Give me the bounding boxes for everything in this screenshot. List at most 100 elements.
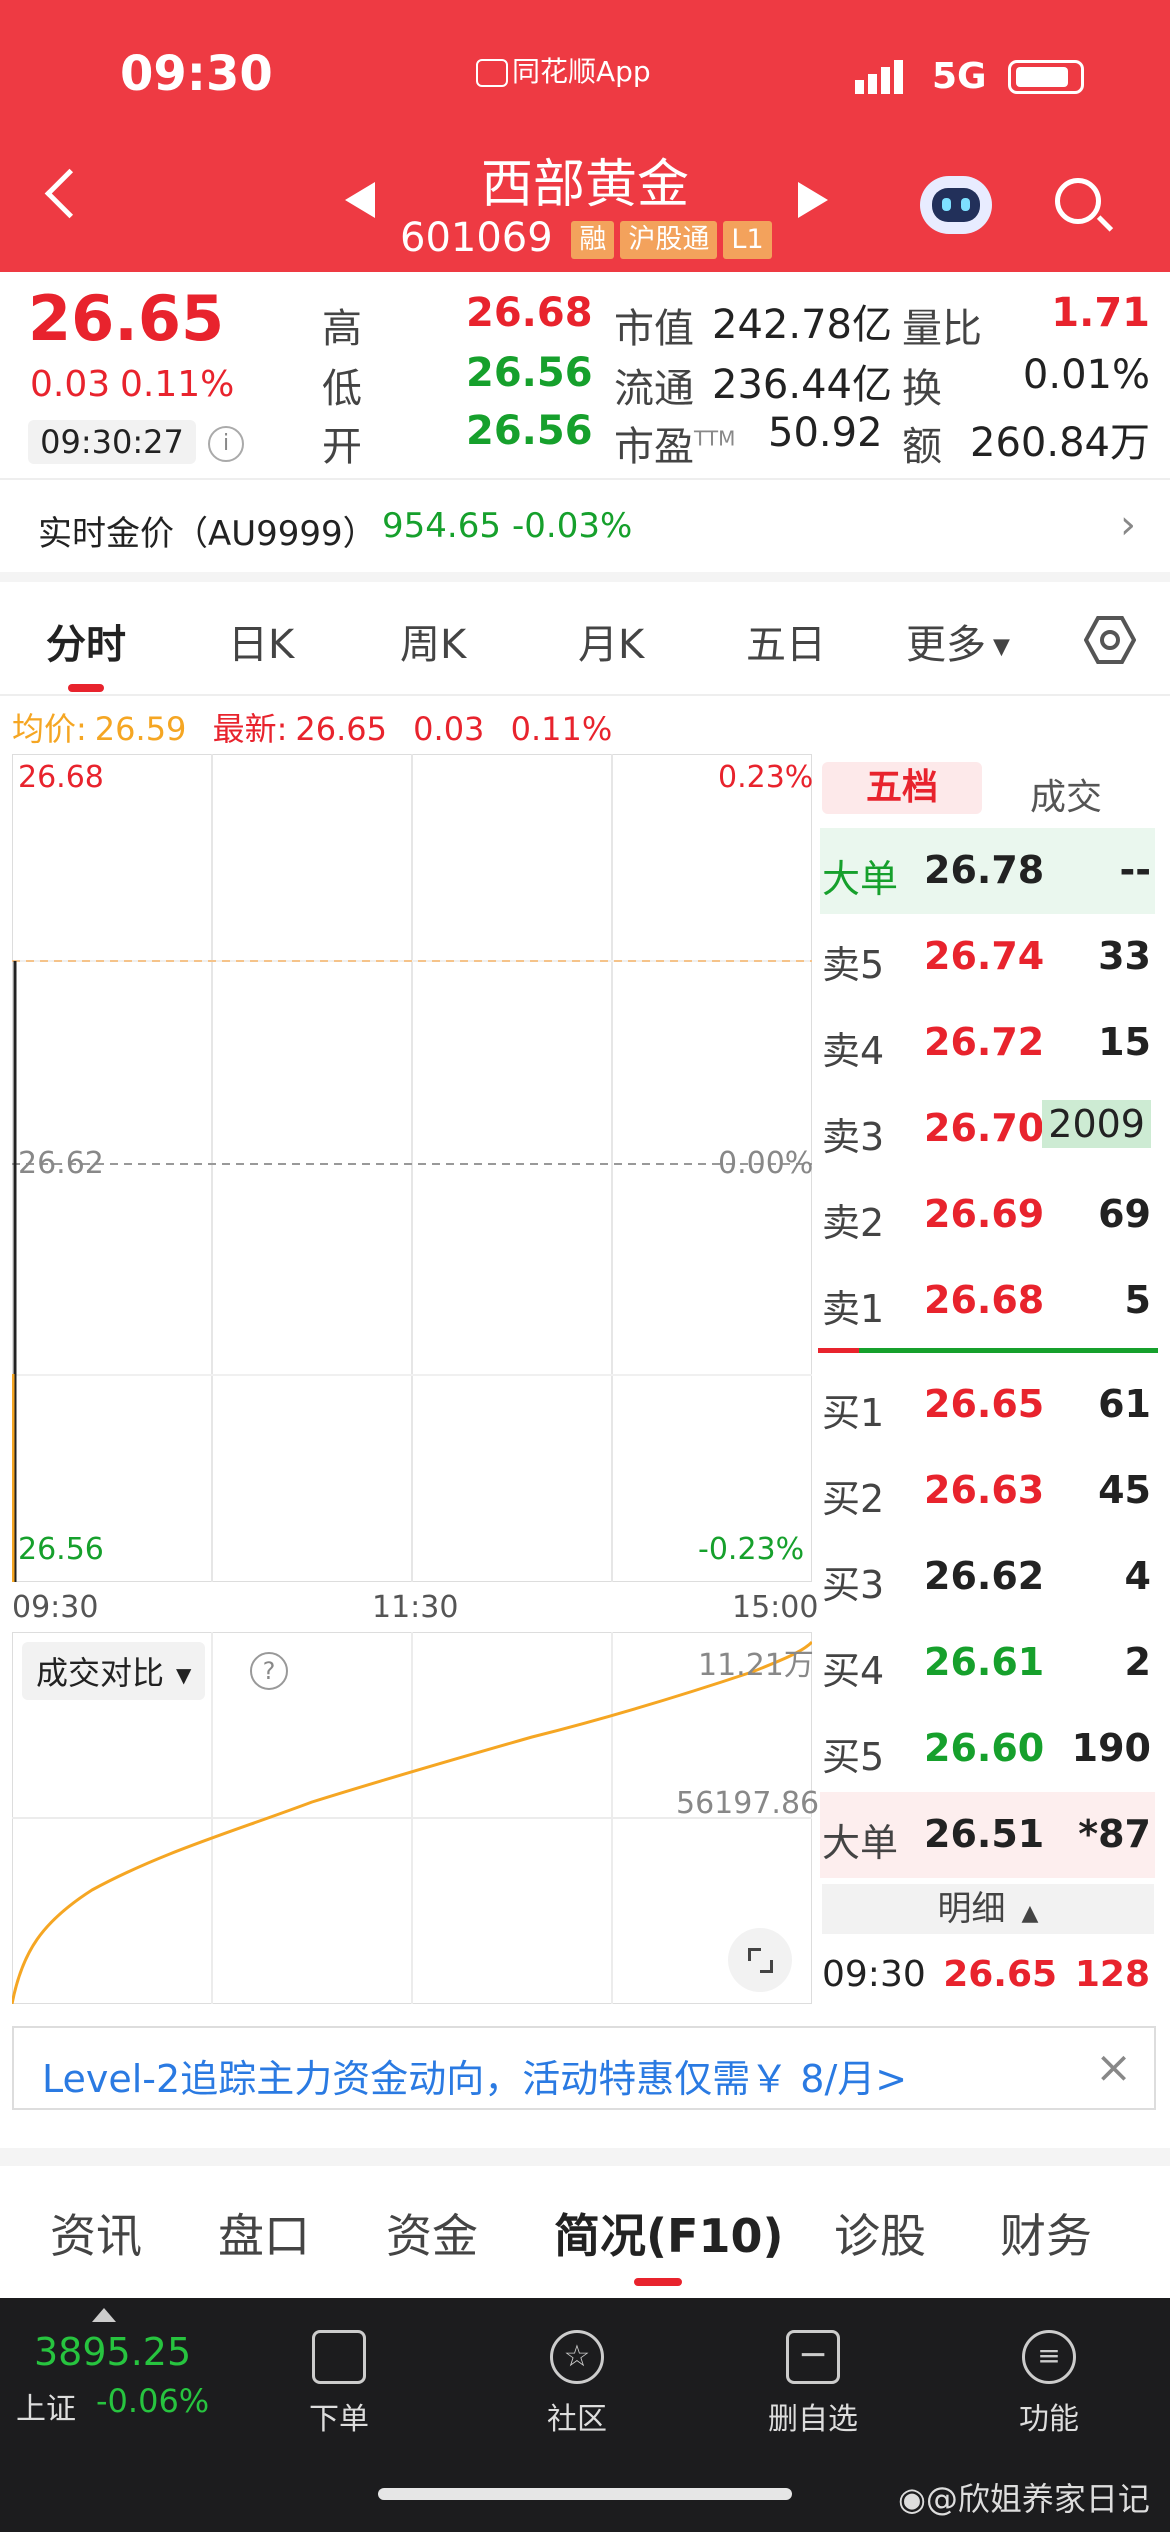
- orderbook-row: 卖3 26.70 2009: [820, 1086, 1155, 1172]
- orderbook-row: 买5 26.60 190: [822, 1726, 1151, 1779]
- search-icon[interactable]: [1055, 178, 1114, 232]
- bid-ask-divider: [818, 1348, 1158, 1353]
- tab-monthly-k[interactable]: 月K: [578, 612, 644, 670]
- mktcap-label: 市值: [614, 306, 694, 352]
- time-end: 15:00: [732, 1590, 819, 1625]
- close-icon[interactable]: ×: [1095, 2042, 1132, 2093]
- tab-handicap[interactable]: 盘口: [218, 2200, 310, 2266]
- chart-bot-pct: -0.23%: [698, 1532, 805, 1567]
- pe-label: 市盈TTM: [614, 424, 736, 470]
- orderbook-tab-five[interactable]: 五档: [822, 762, 982, 814]
- turnover-label: 换: [902, 366, 942, 412]
- nav-community[interactable]: ☆ 社区: [502, 2312, 652, 2438]
- section-gap: [0, 2148, 1170, 2166]
- float-value: 236.44亿: [712, 362, 892, 408]
- detail-vol: 128: [1074, 1954, 1150, 1995]
- price-change-pct: 0.11%: [120, 364, 235, 405]
- vol-ratio-label: 量比: [902, 306, 982, 352]
- tab-f10[interactable]: 简况(F10): [554, 2200, 783, 2266]
- tag-margin: 融: [571, 221, 615, 259]
- open-label: 开: [322, 424, 362, 470]
- low-label: 低: [322, 366, 362, 412]
- time-start: 09:30: [12, 1590, 99, 1625]
- gold-label: 实时金价（AU9999）: [38, 514, 377, 554]
- minus-box-icon: −: [786, 2330, 840, 2384]
- app-name: 同花顺App: [476, 50, 651, 90]
- quote-time: 09:30:27: [28, 420, 196, 464]
- vol-ratio-value: 1.71: [1051, 290, 1150, 336]
- chart-info-line: 均价: 26.59 最新: 26.65 0.03 0.11%: [12, 704, 612, 750]
- chart-top-pct: 0.23%: [718, 760, 814, 795]
- orderbook-row: 买3 26.62 4: [822, 1554, 1151, 1607]
- volume-mid-value: 56197.86: [676, 1786, 820, 1821]
- gold-price-row[interactable]: 实时金价（AU9999） 954.65 -0.03% ›: [0, 480, 1170, 572]
- orderbook-row: 卖1 26.68 5: [822, 1278, 1151, 1331]
- orderbook-row: 买1 26.65 61: [822, 1382, 1151, 1435]
- detail-time: 09:30: [822, 1954, 926, 1995]
- info-icon[interactable]: i: [208, 426, 244, 462]
- next-stock-icon[interactable]: [798, 182, 828, 218]
- high-value: 26.68: [466, 290, 593, 336]
- gold-change: -0.03%: [512, 506, 633, 546]
- orderbook-row: 卖2 26.69 69: [822, 1192, 1151, 1245]
- orderbook-row: 卖4 26.72 15: [822, 1020, 1151, 1073]
- chart-mid-price: 26.62: [18, 1146, 104, 1181]
- home-indicator: [378, 2488, 792, 2500]
- status-time: 09:30: [120, 46, 273, 102]
- fullscreen-icon[interactable]: [728, 1928, 792, 1992]
- tab-five-day[interactable]: 五日: [746, 612, 826, 670]
- orderbook-row: 卖5 26.74 33: [822, 934, 1151, 987]
- nav-remove-watchlist[interactable]: − 删自选: [738, 2312, 888, 2438]
- stock-code: 601069: [400, 215, 553, 261]
- section-gap: [0, 572, 1170, 582]
- latest-label: 最新:: [212, 710, 288, 748]
- chart-mid-pct: 0.00%: [718, 1146, 814, 1181]
- price-chart[interactable]: [12, 754, 812, 1582]
- latest-value: 26.65: [295, 710, 387, 748]
- orderbook-row: 买4 26.61 2: [822, 1640, 1151, 1693]
- orderbook-row: 买2 26.63 45: [822, 1468, 1151, 1521]
- caret-up-icon: [92, 2308, 116, 2322]
- tag-level: L1: [723, 221, 772, 259]
- chart-bot-price: 26.56: [18, 1532, 104, 1567]
- volume-top-value: 11.21万: [698, 1648, 814, 1683]
- help-icon[interactable]: ?: [250, 1652, 288, 1690]
- network-label: 5G: [932, 56, 987, 97]
- footer-nav: 3895.25 上证 -0.06% 下单 ☆ 社区 − 删自选 ≡ 功能 ◉@欣姐养家…: [0, 2298, 1170, 2532]
- detail-toggle[interactable]: 明细 ▲: [822, 1884, 1154, 1934]
- tab-daily-k[interactable]: 日K: [228, 612, 294, 670]
- weibo-icon: ◉: [898, 2480, 926, 2518]
- nav-order[interactable]: 下单: [264, 2312, 414, 2438]
- caret-up-icon: ▲: [1021, 1901, 1039, 1926]
- robot-assistant-icon[interactable]: [920, 176, 992, 234]
- index-name: 上证: [16, 2392, 76, 2427]
- orderbook-row: 大单 26.51 *87: [820, 1792, 1155, 1878]
- tab-finance[interactable]: 财务: [1000, 2200, 1092, 2266]
- index-value[interactable]: 3895.25: [34, 2330, 191, 2374]
- tab-capital[interactable]: 资金: [386, 2200, 478, 2266]
- level2-promo-banner[interactable]: Level-2追踪主力资金动向，活动特惠仅需￥ 8/月> ×: [12, 2026, 1156, 2110]
- watermark: ◉@欣姐养家日记: [898, 2480, 1150, 2518]
- tab-more[interactable]: 更多 ▼: [906, 612, 1010, 670]
- pe-value: 50.92: [768, 410, 883, 456]
- tab-weekly-k[interactable]: 周K: [400, 612, 466, 670]
- turnover-value: 0.01%: [1022, 352, 1150, 398]
- tab-diagnose[interactable]: 诊股: [834, 2200, 926, 2266]
- current-price: 26.65: [28, 282, 225, 355]
- settings-hex-icon[interactable]: [1083, 614, 1137, 670]
- battery-icon: [1008, 60, 1084, 94]
- tab-indicator: [68, 684, 104, 692]
- nav-functions[interactable]: ≡ 功能: [974, 2312, 1124, 2438]
- tab-intraday[interactable]: 分时: [46, 612, 126, 670]
- avg-value: 26.59: [94, 710, 187, 748]
- dropdown-arrow-icon: ▼: [176, 1663, 192, 1687]
- amount-value: 260.84万: [970, 420, 1150, 466]
- avg-label: 均价:: [12, 710, 87, 748]
- volume-compare-dropdown[interactable]: 成交对比 ▼: [22, 1642, 206, 1700]
- tab-news[interactable]: 资讯: [50, 2200, 142, 2266]
- tag-connect: 沪股通: [620, 221, 718, 259]
- orderbook-tab-trades[interactable]: 成交: [1030, 768, 1102, 820]
- stock-name: 西部黄金: [480, 155, 689, 215]
- menu-circle-icon: ≡: [1022, 2330, 1076, 2384]
- dropdown-arrow-icon: ▼: [986, 634, 1010, 660]
